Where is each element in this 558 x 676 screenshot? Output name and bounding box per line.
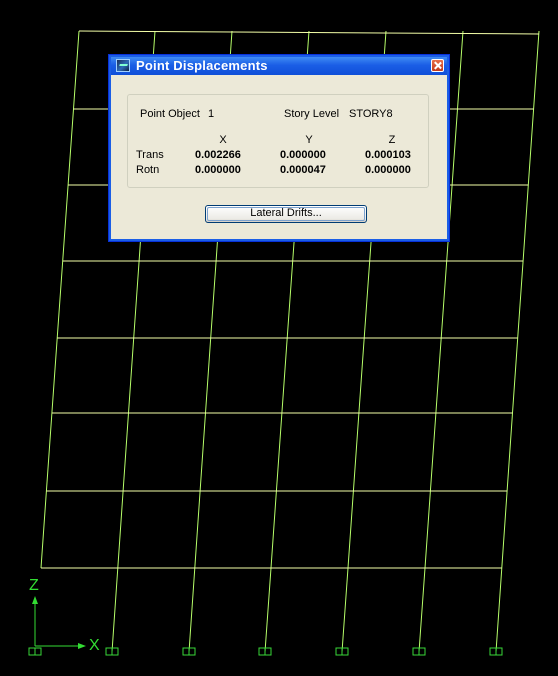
point-object-label: Point Object xyxy=(140,108,200,120)
column-header-y: Y xyxy=(305,134,313,146)
row-label-rotn: Rotn xyxy=(136,164,160,176)
z-axis-arrow xyxy=(32,596,38,604)
column-header-z: Z xyxy=(388,134,396,146)
column-line[interactable] xyxy=(40,30,80,569)
lateral-drifts-button[interactable]: Lateral Drifts... xyxy=(205,205,367,223)
column-line[interactable] xyxy=(495,30,540,653)
close-icon[interactable] xyxy=(431,59,444,72)
trans-z-value: 0.000103 xyxy=(365,149,411,161)
story-level-value: STORY8 xyxy=(349,108,393,120)
rotn-y-value: 0.000047 xyxy=(280,164,326,176)
trans-x-value: 0.002266 xyxy=(195,149,241,161)
rotn-x-value: 0.000000 xyxy=(195,164,241,176)
row-label-trans: Trans xyxy=(136,149,164,161)
z-axis-label: Z xyxy=(29,577,39,594)
point-displacements-dialog: Point Displacements Point Object 1 Story… xyxy=(108,54,450,242)
axis-triad xyxy=(32,596,86,649)
point-object-value: 1 xyxy=(208,108,215,120)
app-icon xyxy=(116,59,130,72)
x-axis-label: X xyxy=(89,637,100,654)
trans-y-value: 0.000000 xyxy=(280,149,326,161)
rotn-z-value: 0.000000 xyxy=(365,164,411,176)
column-header-x: X xyxy=(219,134,227,146)
dialog-title: Point Displacements xyxy=(136,58,268,73)
dialog-titlebar[interactable]: Point Displacements xyxy=(111,57,447,75)
lateral-drifts-label: Lateral Drifts... xyxy=(250,207,322,219)
story-level-label: Story Level xyxy=(284,108,340,120)
x-axis-arrow xyxy=(78,643,86,649)
